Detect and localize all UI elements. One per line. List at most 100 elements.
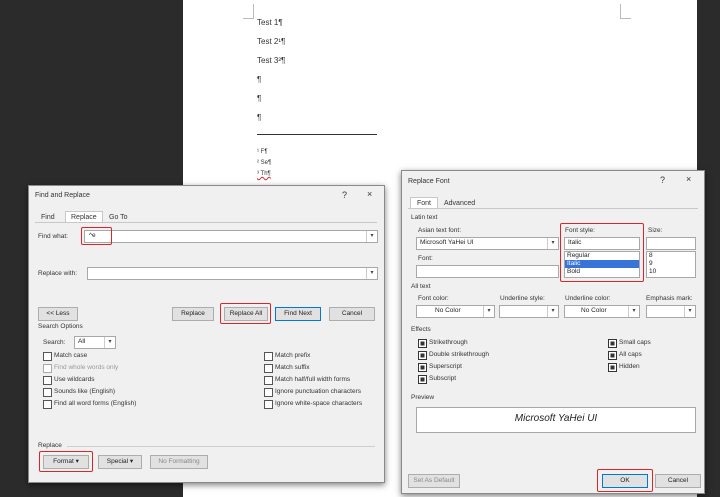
latin-text-label: Latin text [411,214,438,221]
help-button[interactable]: ? [342,190,347,200]
tab-panel [35,222,377,477]
special-button[interactable]: Special ▾ [98,455,142,469]
asian-font-label: Asian text font: [418,227,461,234]
cancel-button[interactable]: Cancel [329,307,375,321]
underline-color-select[interactable]: No Color ▾ [564,305,640,318]
match-prefix-checkbox[interactable] [264,352,273,361]
replace-with-label: Replace with: [38,270,78,277]
whole-words-checkbox[interactable] [43,364,52,373]
emphasis-mark-select[interactable]: ▾ [646,305,696,318]
replace-font-dialog: Replace Font ? × Font Advanced Latin tex… [401,170,705,494]
chevron-down-icon[interactable]: ▾ [628,306,639,317]
footnote-3[interactable]: ³ Th¶ [257,171,271,177]
find-what-input[interactable]: ^e ▾ [84,230,378,243]
doc-line-6[interactable]: ¶ [257,113,261,122]
search-options-label: Search Options [38,323,83,330]
ok-highlight [597,469,653,492]
size-option-10[interactable]: 10 [647,268,695,276]
font-color-label: Font color: [418,295,449,302]
tab-goto[interactable]: Go To [109,214,128,221]
font-style-highlight [560,223,644,282]
wildcards-label: Use wildcards [54,376,95,383]
superscript-checkbox[interactable] [418,363,427,372]
asian-font-input[interactable]: Microsoft YaHei UI ▾ [416,237,559,250]
superscript-label: Superscript [429,363,462,370]
size-option-9[interactable]: 9 [647,260,695,268]
page-margin-mark-right [620,4,631,19]
page-margin-mark-left [243,4,254,19]
close-button[interactable]: × [367,189,372,199]
preview-box: Microsoft YaHei UI [416,407,696,433]
dialog-title: Replace Font [408,178,450,185]
footnote-2[interactable]: ² Se¶ [257,160,271,166]
preview-text: Microsoft YaHei UI [514,413,598,424]
sounds-like-label: Sounds like (English) [54,388,116,395]
strikethrough-label: Strikethrough [429,339,468,346]
size-input[interactable] [646,237,696,250]
find-replace-dialog: Find and Replace ? × Find Replace Go To … [28,185,385,483]
find-what-label: Find what: [38,233,68,240]
no-formatting-button[interactable]: No Formatting [150,455,208,469]
sounds-like-checkbox[interactable] [43,388,52,397]
tab-advanced[interactable]: Advanced [444,200,475,207]
chevron-down-icon[interactable]: ▾ [104,337,115,348]
chevron-down-icon[interactable]: ▾ [684,306,695,317]
hidden-checkbox[interactable] [608,363,617,372]
strikethrough-checkbox[interactable] [418,339,427,348]
match-case-label: Match case [54,352,88,359]
underline-style-select[interactable]: ▾ [499,305,559,318]
find-next-button[interactable]: Find Next [275,307,321,321]
subscript-label: Subscript [429,375,457,382]
doc-line-5[interactable]: ¶ [257,94,261,103]
replace-with-input[interactable]: ▾ [87,267,378,280]
doc-line-2[interactable]: Test 2¹¶ [257,37,285,46]
wildcards-checkbox[interactable] [43,376,52,385]
font-color-select[interactable]: No Color ▾ [416,305,495,318]
chevron-down-icon[interactable]: ▾ [366,231,377,242]
small-caps-checkbox[interactable] [608,339,617,348]
footnote-1[interactable]: ¹ F¶ [257,149,268,155]
close-button[interactable]: × [686,174,691,184]
all-caps-checkbox[interactable] [608,351,617,360]
word-forms-checkbox[interactable] [43,400,52,409]
doc-line-4[interactable]: ¶ [257,75,261,84]
tab-find[interactable]: Find [41,214,55,221]
chevron-down-icon[interactable]: ▾ [547,238,558,249]
help-button[interactable]: ? [660,175,665,185]
find-what-highlight [81,227,112,245]
chevron-down-icon[interactable]: ▾ [483,306,494,317]
all-text-label: All text [411,283,431,290]
double-strikethrough-checkbox[interactable] [418,351,427,360]
underline-color-label: Underline color: [565,295,611,302]
half-full-width-checkbox[interactable] [264,376,273,385]
chevron-down-icon[interactable]: ▾ [547,306,558,317]
ignore-whitespace-checkbox[interactable] [264,400,273,409]
size-list[interactable]: 8 9 10 [646,251,696,278]
dialog-title: Find and Replace [35,192,90,199]
font-color-value: No Color [435,307,461,314]
ignore-punctuation-label: Ignore punctuation characters [275,388,361,395]
match-prefix-label: Match prefix [275,352,311,359]
preview-label: Preview [411,394,435,401]
ignore-punctuation-checkbox[interactable] [264,388,273,397]
doc-line-1[interactable]: Test 1¶ [257,18,283,27]
less-button[interactable]: << Less [38,307,78,321]
half-full-width-label: Match half/full width forms [275,376,351,383]
whole-words-label: Find whole words only [54,364,119,371]
font-input[interactable] [416,265,559,278]
underline-style-label: Underline style: [500,295,545,302]
chevron-down-icon[interactable]: ▾ [366,268,377,279]
doc-line-3[interactable]: Test 3²¶ [257,56,285,65]
replace-all-highlight [220,303,271,324]
size-label: Size: [648,227,663,234]
match-case-checkbox[interactable] [43,352,52,361]
set-as-default-button[interactable]: Set As Default [408,474,460,488]
size-option-8[interactable]: 8 [647,252,695,260]
subscript-checkbox[interactable] [418,375,427,384]
all-caps-label: All caps [619,351,642,358]
cancel-button[interactable]: Cancel [655,474,701,488]
replace-button[interactable]: Replace [172,307,214,321]
small-caps-label: Small caps [619,339,651,346]
search-direction-select[interactable]: All ▾ [74,336,116,349]
match-suffix-checkbox[interactable] [264,364,273,373]
